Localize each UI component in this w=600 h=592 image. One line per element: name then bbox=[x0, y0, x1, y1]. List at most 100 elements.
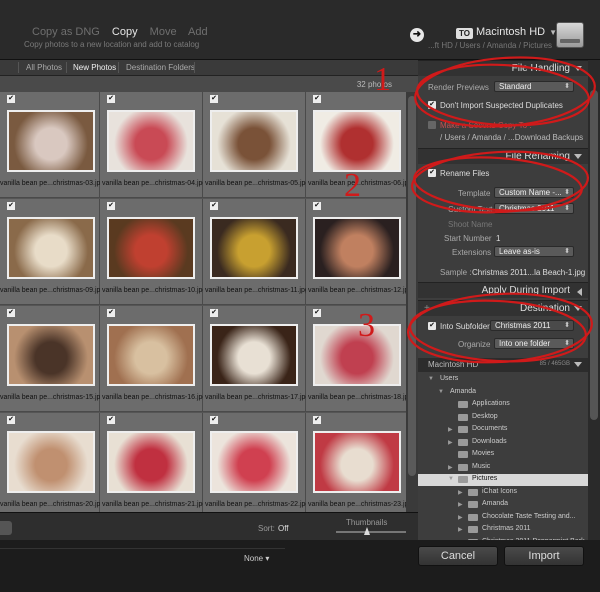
extensions-select[interactable]: Leave as-is bbox=[494, 246, 574, 257]
custom-text-field[interactable]: Christmas 2011 bbox=[494, 203, 574, 214]
photo-select-checkbox[interactable]: ✔ bbox=[210, 416, 218, 424]
photo-thumbnail[interactable] bbox=[313, 110, 401, 172]
photo-select-checkbox[interactable]: ✔ bbox=[7, 202, 15, 210]
photo-thumbnail[interactable] bbox=[107, 431, 195, 493]
photo-thumbnail[interactable] bbox=[7, 217, 95, 279]
disclosure-open-icon[interactable]: ▼ bbox=[448, 476, 454, 482]
disclosure-closed-icon[interactable]: ▶ bbox=[448, 439, 453, 446]
photo-select-checkbox[interactable]: ✔ bbox=[107, 95, 115, 103]
folder-tree-item[interactable]: ▼ Amanda bbox=[418, 387, 588, 399]
rename-files-checkbox[interactable]: ✔ bbox=[428, 169, 436, 177]
disclosure-closed-icon[interactable]: ▶ bbox=[458, 539, 463, 541]
tab-destination-folders[interactable]: Destination Folders bbox=[126, 63, 195, 72]
photo-cell[interactable]: ✔ vanilla bean pe...christmas-22.jpg bbox=[203, 413, 309, 512]
photo-select-checkbox[interactable]: ✔ bbox=[210, 95, 218, 103]
disclosure-closed-icon[interactable]: ▶ bbox=[448, 464, 453, 471]
photo-cell[interactable]: ✔ vanilla bean pe...christmas-09.jpg bbox=[0, 199, 104, 305]
file-renaming-header[interactable]: File Renaming bbox=[418, 148, 588, 164]
disclosure-closed-icon[interactable]: ▶ bbox=[458, 501, 463, 508]
photo-cell[interactable]: ✔ vanilla bean pe...christmas-04.jpg bbox=[100, 92, 206, 198]
photo-cell[interactable]: ✔ vanilla bean pe...christmas-21.jpg bbox=[100, 413, 206, 512]
disclosure-closed-icon[interactable]: ▶ bbox=[448, 426, 453, 433]
photo-select-checkbox[interactable]: ✔ bbox=[313, 416, 321, 424]
folder-tree-item[interactable]: Movies bbox=[418, 449, 588, 461]
photo-select-checkbox[interactable]: ✔ bbox=[107, 416, 115, 424]
photo-thumbnail[interactable] bbox=[7, 110, 95, 172]
start-number-value[interactable]: 1 bbox=[496, 234, 500, 243]
panel-scrollbar[interactable] bbox=[588, 60, 600, 540]
photo-thumbnail[interactable] bbox=[7, 324, 95, 386]
mode-move[interactable]: Move bbox=[150, 26, 177, 38]
folder-tree-item[interactable]: ▼ Users bbox=[418, 374, 588, 386]
grid-scrollbar[interactable] bbox=[406, 92, 418, 512]
photo-select-checkbox[interactable]: ✔ bbox=[7, 416, 15, 424]
disclosure-open-icon[interactable]: ▼ bbox=[438, 389, 444, 395]
photo-select-checkbox[interactable]: ✔ bbox=[313, 95, 321, 103]
tab-new-photos[interactable]: New Photos bbox=[73, 63, 116, 72]
dont-import-duplicates-checkbox[interactable]: ✔ bbox=[428, 101, 436, 109]
photo-select-checkbox[interactable]: ✔ bbox=[313, 202, 321, 210]
photo-select-checkbox[interactable]: ✔ bbox=[7, 309, 15, 317]
mode-copy[interactable]: Copy bbox=[112, 26, 138, 38]
disclosure-closed-icon[interactable]: ▶ bbox=[458, 489, 463, 496]
second-copy-path[interactable]: / Users / Amanda / ...Download Backups bbox=[440, 133, 583, 142]
folder-tree-item[interactable]: ▶ Christmas 2011 Peppermint Bark bbox=[418, 537, 588, 541]
photo-thumbnail[interactable] bbox=[210, 324, 298, 386]
photo-thumbnail[interactable] bbox=[210, 431, 298, 493]
photo-cell[interactable]: ✔ vanilla bean pe...christmas-11.jpg bbox=[203, 199, 309, 305]
import-preset-select[interactable]: None ▾ bbox=[244, 554, 269, 563]
second-copy-checkbox[interactable] bbox=[428, 121, 436, 129]
into-subfolder-checkbox[interactable]: ✔ bbox=[428, 322, 436, 330]
folder-tree-item[interactable]: Desktop bbox=[418, 412, 588, 424]
photo-select-checkbox[interactable]: ✔ bbox=[313, 309, 321, 317]
destination-volume-selector[interactable]: Macintosh HD ▼ bbox=[476, 26, 557, 38]
folder-tree-item[interactable]: ▶ Music bbox=[418, 462, 588, 474]
photo-thumbnail[interactable] bbox=[210, 217, 298, 279]
photo-thumbnail[interactable] bbox=[313, 431, 401, 493]
photo-cell[interactable]: ✔ vanilla bean pe...christmas-06.jpg bbox=[306, 92, 412, 198]
mode-add[interactable]: Add bbox=[188, 26, 208, 38]
scrollbar-thumb[interactable] bbox=[408, 96, 416, 476]
photo-cell[interactable]: ✔ vanilla bean pe...christmas-18.jpg bbox=[306, 306, 412, 412]
disclosure-open-icon[interactable]: ▼ bbox=[428, 376, 434, 382]
photo-thumbnail[interactable] bbox=[313, 324, 401, 386]
subfolder-name-field[interactable]: Christmas 2011 bbox=[490, 320, 574, 331]
folder-tree-item[interactable]: ▶ Chocolate Taste Testing and... bbox=[418, 512, 588, 524]
disclosure-closed-icon[interactable]: ▶ bbox=[458, 514, 463, 521]
disclosure-closed-icon[interactable]: ▶ bbox=[458, 526, 463, 533]
thumbnail-size-slider[interactable] bbox=[336, 531, 406, 533]
photo-select-checkbox[interactable]: ✔ bbox=[7, 95, 15, 103]
tab-all-photos[interactable]: All Photos bbox=[26, 63, 62, 72]
folder-tree-item[interactable]: ▶ Downloads bbox=[418, 437, 588, 449]
photo-select-checkbox[interactable]: ✔ bbox=[210, 202, 218, 210]
folder-tree-item[interactable]: Applications bbox=[418, 399, 588, 411]
photo-cell[interactable]: ✔ vanilla bean pe...christmas-15.jpg bbox=[0, 306, 104, 412]
photo-select-checkbox[interactable]: ✔ bbox=[107, 202, 115, 210]
toolbar-toggle-button[interactable] bbox=[0, 521, 12, 535]
photo-thumbnail[interactable] bbox=[210, 110, 298, 172]
photo-cell[interactable]: ✔ vanilla bean pe...christmas-16.jpg bbox=[100, 306, 206, 412]
cancel-button[interactable]: Cancel bbox=[418, 546, 498, 566]
mode-copy-as-dng[interactable]: Copy as DNG bbox=[32, 26, 100, 38]
folder-tree-item[interactable]: ▶ Amanda bbox=[418, 499, 588, 511]
template-select[interactable]: Custom Name -... bbox=[494, 187, 574, 198]
folder-tree-item[interactable]: ▼ Pictures bbox=[418, 474, 588, 486]
scrollbar-thumb[interactable] bbox=[590, 90, 598, 420]
render-previews-select[interactable]: Standard bbox=[494, 81, 574, 92]
photo-cell[interactable]: ✔ vanilla bean pe...christmas-03.jpg bbox=[0, 92, 104, 198]
photo-thumbnail[interactable] bbox=[313, 217, 401, 279]
add-icon[interactable]: + bbox=[424, 303, 430, 314]
sort-select[interactable]: Off bbox=[278, 524, 289, 533]
folder-tree-item[interactable]: ▶ iChat Icons bbox=[418, 487, 588, 499]
photo-thumbnail[interactable] bbox=[107, 217, 195, 279]
photo-thumbnail[interactable] bbox=[107, 324, 195, 386]
organize-select[interactable]: Into one folder bbox=[494, 338, 574, 349]
photo-cell[interactable]: ✔ vanilla bean pe...christmas-20.jpg bbox=[0, 413, 104, 512]
folder-tree-item[interactable]: ▶ Christmas 2011 bbox=[418, 524, 588, 536]
destination-header[interactable]: + Destination bbox=[418, 300, 588, 316]
photo-thumbnail[interactable] bbox=[7, 431, 95, 493]
photo-cell[interactable]: ✔ vanilla bean pe...christmas-10.jpg bbox=[100, 199, 206, 305]
import-button[interactable]: Import bbox=[504, 546, 584, 566]
photo-select-checkbox[interactable]: ✔ bbox=[210, 309, 218, 317]
photo-select-checkbox[interactable]: ✔ bbox=[107, 309, 115, 317]
